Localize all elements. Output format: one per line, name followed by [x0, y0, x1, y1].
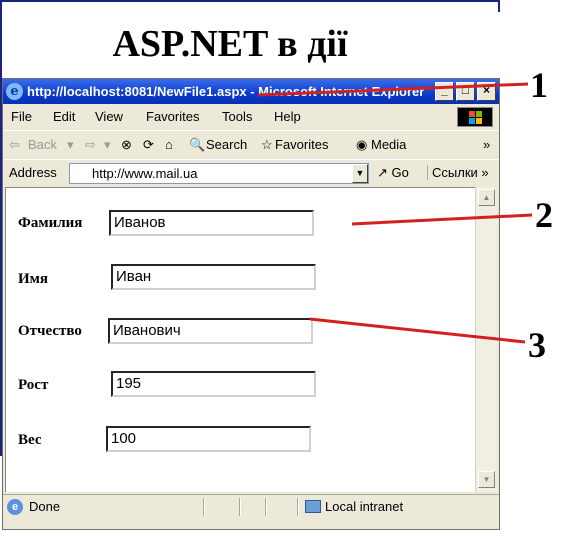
window-title: http://localhost:8081/NewFile1.aspx - Mi… [27, 84, 425, 99]
label-patronymic: Отчество [18, 323, 82, 339]
name-input[interactable]: Иван [111, 264, 316, 290]
media-button-label[interactable]: Media [371, 131, 406, 159]
height-input[interactable]: 195 [111, 371, 316, 397]
page-content: Фамилия Иванов Имя Иван Отчество Иванови… [5, 187, 475, 492]
go-button-label: Go [391, 165, 409, 180]
search-button-label[interactable]: Search [206, 131, 247, 159]
address-label: Address [9, 165, 57, 180]
browser-window: e http://localhost:8081/NewFile1.aspx - … [2, 78, 500, 530]
label-surname: Фамилия [18, 215, 83, 231]
menu-bar: File Edit View Favorites Tools Help [3, 105, 499, 129]
address-input[interactable]: http://www.mail.ua [69, 163, 369, 184]
back-dropdown-icon[interactable]: ▾ [67, 131, 74, 159]
back-button-label[interactable]: Back [28, 131, 57, 159]
security-zone: Local intranet [325, 499, 404, 514]
status-divider [297, 498, 299, 516]
status-text: Done [29, 499, 61, 514]
links-button[interactable]: Ссылки » [427, 165, 489, 180]
scroll-up-icon[interactable]: ▲ [478, 189, 495, 206]
status-bar: e Done Local intranet [3, 494, 499, 518]
callout-number-1: 1 [530, 65, 548, 105]
callout-number-2: 2 [535, 195, 553, 235]
status-divider [203, 498, 205, 516]
home-icon[interactable]: ⌂ [165, 131, 173, 159]
slide-frame-top [0, 0, 498, 2]
close-button[interactable]: × [477, 82, 496, 101]
favorites-icon[interactable]: ☆ [261, 131, 273, 159]
weight-input[interactable]: 100 [106, 426, 311, 452]
title-bar[interactable]: e http://localhost:8081/NewFile1.aspx - … [3, 79, 499, 104]
surname-input[interactable]: Иванов [109, 210, 314, 236]
local-intranet-icon [305, 500, 321, 513]
minimize-button[interactable]: _ [435, 82, 454, 101]
vertical-scrollbar[interactable]: ▲ ▼ [475, 187, 497, 492]
status-divider [265, 498, 267, 516]
patronymic-input[interactable]: Иванович [108, 318, 313, 344]
label-name: Имя [18, 271, 48, 287]
ie-logo-icon: e [6, 83, 23, 100]
label-height: Рост [18, 377, 49, 393]
status-divider [239, 498, 241, 516]
menu-help[interactable]: Help [274, 105, 301, 129]
menu-tools[interactable]: Tools [222, 105, 252, 129]
address-dropdown-icon[interactable]: ▼ [352, 164, 368, 183]
go-icon: ↗ [377, 165, 388, 180]
address-bar: Address http://www.mail.ua ▼ ↗ Go Ссылки… [3, 159, 499, 185]
media-icon[interactable]: ◉ [356, 131, 367, 159]
menu-edit[interactable]: Edit [53, 105, 75, 129]
slide-frame-corner [498, 0, 500, 12]
standard-toolbar: ⇦ Back ▾ ⇨ ▾ ⊗ ⟳ ⌂ 🔍 Search ☆ Favorites … [3, 130, 499, 158]
label-weight: Вес [18, 432, 42, 448]
go-button[interactable]: ↗ Go [377, 165, 409, 181]
search-icon[interactable]: 🔍 [189, 131, 205, 159]
links-button-label: Ссылки [432, 165, 478, 180]
menu-view[interactable]: View [95, 105, 123, 129]
windows-logo-icon [457, 107, 493, 127]
page-done-icon: e [7, 499, 23, 515]
back-arrow-icon[interactable]: ⇦ [9, 131, 20, 159]
scroll-down-icon[interactable]: ▼ [478, 471, 495, 488]
refresh-icon[interactable]: ⟳ [143, 131, 154, 159]
menu-favorites[interactable]: Favorites [146, 105, 199, 129]
maximize-button[interactable]: □ [456, 82, 475, 101]
callout-number-3: 3 [528, 325, 546, 365]
stop-icon[interactable]: ⊗ [121, 131, 132, 159]
forward-arrow-icon[interactable]: ⇨ [85, 131, 96, 159]
toolbar-overflow-icon[interactable]: » [483, 131, 490, 159]
slide-title: ASP.NET в дії [112, 23, 348, 65]
menu-file[interactable]: File [11, 105, 32, 129]
forward-dropdown-icon[interactable]: ▾ [104, 131, 111, 159]
favorites-button-label[interactable]: Favorites [275, 131, 328, 159]
